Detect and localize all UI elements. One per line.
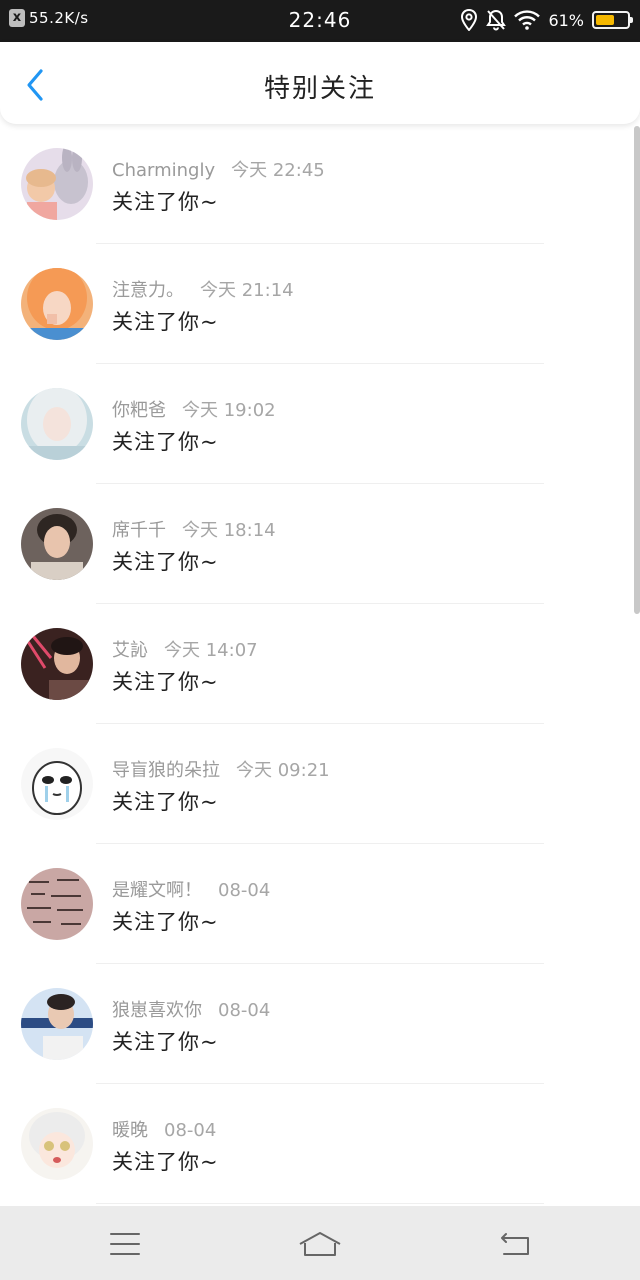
page-title: 特别关注 bbox=[263, 74, 376, 104]
avatar[interactable] bbox=[21, 508, 93, 580]
user-name[interactable]: 艾訫 bbox=[112, 640, 148, 661]
item-time: 今天 22:45 bbox=[231, 160, 325, 181]
user-name[interactable]: 导盲狼的朵拉 bbox=[112, 760, 220, 781]
battery-icon bbox=[592, 11, 633, 29]
item-meta: 狼崽喜欢你 08-04 bbox=[112, 996, 270, 1022]
avatar[interactable] bbox=[21, 148, 93, 220]
item-time: 今天 19:02 bbox=[182, 400, 276, 421]
list-item[interactable]: 你粑爸 今天 19:02 关注了你~ bbox=[0, 364, 640, 484]
system-nav-bar bbox=[0, 1206, 640, 1280]
avatar[interactable] bbox=[21, 868, 93, 940]
list-item[interactable]: 狼崽喜欢你 08-04 关注了你~ bbox=[0, 964, 640, 1084]
status-right: 61% bbox=[460, 9, 633, 31]
battery-percent: 61% bbox=[548, 10, 584, 30]
item-time: 今天 18:14 bbox=[182, 520, 276, 541]
location-icon bbox=[460, 9, 478, 31]
user-name[interactable]: 暖晚 bbox=[112, 1120, 148, 1141]
item-meta: 导盲狼的朵拉 今天 09:21 bbox=[112, 756, 330, 782]
item-meta: 是耀文啊！ 08-04 bbox=[112, 876, 270, 902]
item-time: 今天 14:07 bbox=[164, 640, 258, 661]
divider bbox=[96, 1203, 544, 1204]
list-item[interactable]: 艾訫 今天 14:07 关注了你~ bbox=[0, 604, 640, 724]
user-name[interactable]: 狼崽喜欢你 bbox=[112, 1000, 202, 1021]
page-header: 特别关注 bbox=[0, 42, 640, 124]
item-time: 08-04 bbox=[164, 1120, 217, 1141]
item-message: 关注了你~ bbox=[112, 670, 219, 694]
item-meta: 暖晚 08-04 bbox=[112, 1116, 216, 1142]
item-time: 今天 21:14 bbox=[200, 280, 294, 301]
avatar[interactable] bbox=[21, 628, 93, 700]
avatar[interactable] bbox=[21, 1108, 93, 1180]
user-name[interactable]: 是耀文啊！ bbox=[112, 880, 202, 901]
item-meta: 艾訫 今天 14:07 bbox=[112, 636, 258, 662]
battery-level-fill bbox=[596, 15, 615, 25]
user-name[interactable]: 席千千 bbox=[112, 520, 166, 541]
item-message: 关注了你~ bbox=[112, 790, 219, 814]
home-icon bbox=[299, 1232, 341, 1256]
list-item[interactable]: 导盲狼的朵拉 今天 09:21 关注了你~ bbox=[0, 724, 640, 844]
menu-icon bbox=[110, 1233, 140, 1255]
item-message: 关注了你~ bbox=[112, 910, 219, 934]
item-message: 关注了你~ bbox=[112, 190, 219, 214]
list-item[interactable]: 席千千 今天 18:14 关注了你~ bbox=[0, 484, 640, 604]
item-meta: 席千千 今天 18:14 bbox=[112, 516, 276, 542]
avatar[interactable] bbox=[21, 268, 93, 340]
back-icon bbox=[501, 1233, 529, 1255]
item-message: 关注了你~ bbox=[112, 310, 219, 334]
item-time: 08-04 bbox=[218, 880, 271, 901]
item-time: 08-04 bbox=[218, 1000, 271, 1021]
avatar[interactable] bbox=[21, 748, 93, 820]
user-name[interactable]: 你粑爸 bbox=[112, 400, 166, 421]
item-message: 关注了你~ bbox=[112, 1150, 219, 1174]
menu-button[interactable] bbox=[95, 1226, 155, 1262]
user-name[interactable]: 注意力。 bbox=[112, 280, 184, 301]
item-message: 关注了你~ bbox=[112, 1030, 219, 1054]
item-meta: Charmingly 今天 22:45 bbox=[112, 156, 325, 182]
back-nav-button[interactable] bbox=[485, 1226, 545, 1262]
item-time: 今天 09:21 bbox=[236, 760, 330, 781]
user-name[interactable]: Charmingly bbox=[112, 160, 215, 181]
list-item[interactable]: Charmingly 今天 22:45 关注了你~ bbox=[0, 124, 640, 244]
item-meta: 注意力。 今天 21:14 bbox=[112, 276, 294, 302]
list-item[interactable]: 注意力。 今天 21:14 关注了你~ bbox=[0, 244, 640, 364]
bell-off-icon bbox=[486, 9, 507, 31]
follow-notification-list[interactable]: Charmingly 今天 22:45 关注了你~ 注意力。 今天 21:14 关注… bbox=[0, 124, 640, 1206]
item-message: 关注了你~ bbox=[112, 430, 219, 454]
home-button[interactable] bbox=[290, 1226, 350, 1262]
item-message: 关注了你~ bbox=[112, 550, 219, 574]
avatar[interactable] bbox=[21, 388, 93, 460]
status-bar: x 55.2K/s 22:46 61% bbox=[0, 0, 640, 42]
wifi-icon bbox=[514, 10, 541, 30]
list-item[interactable]: 是耀文啊！ 08-04 关注了你~ bbox=[0, 844, 640, 964]
list-item[interactable]: 暖晚 08-04 关注了你~ bbox=[0, 1084, 640, 1204]
avatar[interactable] bbox=[21, 988, 93, 1060]
item-meta: 你粑爸 今天 19:02 bbox=[112, 396, 276, 422]
